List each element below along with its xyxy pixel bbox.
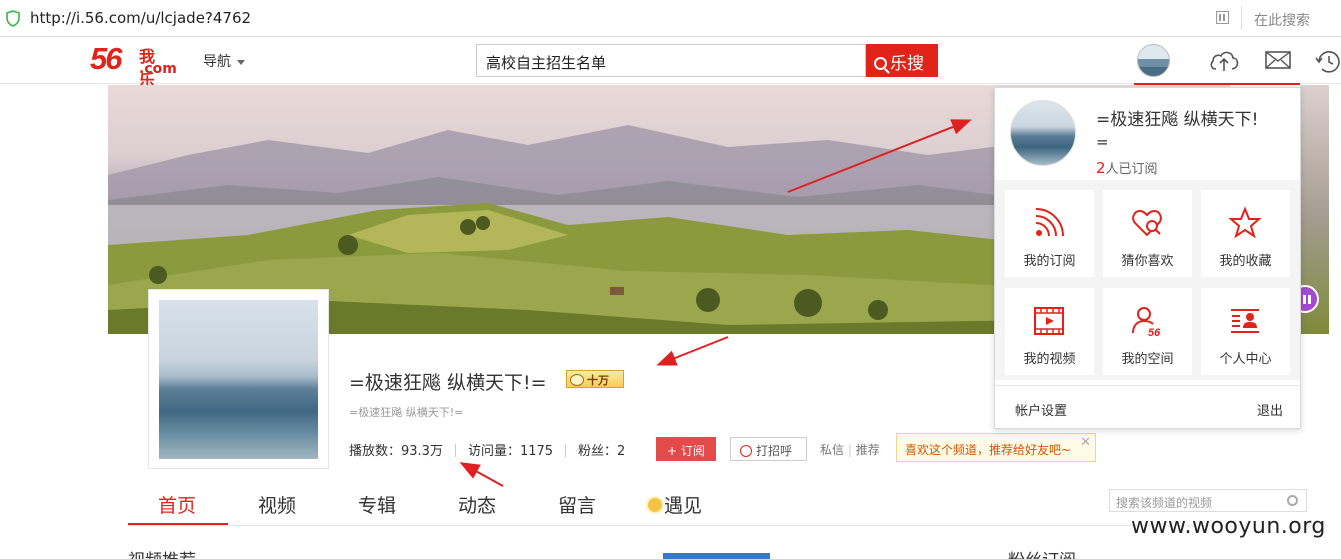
- user-56-icon: 56: [1132, 307, 1161, 338]
- star-icon: [1228, 206, 1262, 239]
- watermark: www.wooyun.org: [1131, 514, 1326, 539]
- subscriber-number: 2: [1096, 159, 1106, 177]
- menu-my-videos[interactable]: 我的视频: [1005, 288, 1094, 375]
- account-settings-link[interactable]: 帐户设置: [1015, 400, 1067, 419]
- menu-my-space[interactable]: 56 我的空间: [1103, 288, 1192, 375]
- svg-text:56: 56: [1148, 327, 1161, 338]
- subscriber-text: 人已订阅: [1105, 162, 1158, 177]
- rss-icon: [1035, 208, 1064, 237]
- menu-my-favorites[interactable]: 我的收藏: [1201, 190, 1290, 277]
- menu-my-subscriptions[interactable]: 我的订阅: [1005, 190, 1094, 277]
- menu-label: 我的收藏: [1219, 254, 1272, 269]
- logout-link[interactable]: 退出: [1257, 400, 1283, 419]
- dropdown-username[interactable]: =极速狂飚 纵横天下!: [1096, 105, 1258, 130]
- arrow-to-play-count: [459, 462, 504, 487]
- film-icon: [1034, 307, 1064, 335]
- arrow-to-channel-name: [656, 336, 729, 366]
- user-dropdown: =极速狂飚 纵横天下! = 2人已订阅 我的订阅 猜你喜欢 我的收藏 我的视频 …: [994, 87, 1301, 429]
- divider: [995, 385, 1300, 386]
- menu-personal-center[interactable]: 个人中心: [1201, 288, 1290, 375]
- menu-guess-you-like[interactable]: 猜你喜欢: [1103, 190, 1192, 277]
- arrow-to-dropdown-name: [787, 119, 972, 193]
- menu-label: 猜你喜欢: [1121, 254, 1174, 269]
- menu-label: 我的空间: [1121, 352, 1174, 367]
- profile-card-icon: [1231, 309, 1259, 333]
- heart-search-icon: [1132, 209, 1162, 237]
- dropdown-username-tail: =: [1096, 133, 1109, 151]
- subscriber-count: 2人已订阅: [1096, 158, 1158, 177]
- menu-label: 我的订阅: [1023, 254, 1076, 269]
- menu-label: 我的视频: [1023, 352, 1076, 367]
- dropdown-avatar[interactable]: [1010, 100, 1076, 166]
- dropdown-menu-grid: 我的订阅 猜你喜欢 我的收藏 我的视频 56 我的空间 个人中心: [995, 180, 1300, 380]
- menu-label: 个人中心: [1219, 352, 1272, 367]
